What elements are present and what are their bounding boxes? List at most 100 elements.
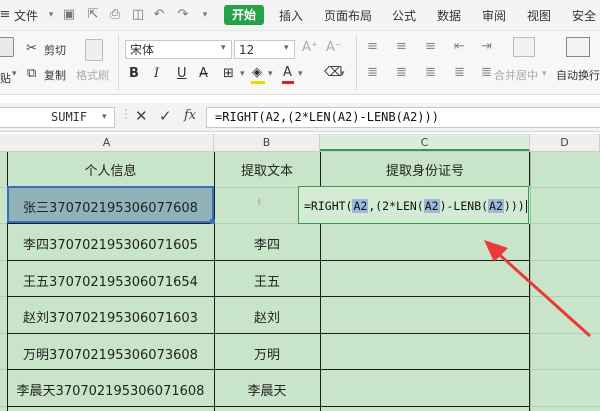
borders-chevron-icon[interactable]: ▾ bbox=[240, 69, 245, 79]
arrow-shaft bbox=[490, 246, 592, 338]
merge-center-icon[interactable] bbox=[513, 37, 535, 57]
cell-a7[interactable]: 李晨天370702195306071608 bbox=[7, 380, 214, 399]
decrease-font-icon[interactable]: A⁻ bbox=[326, 40, 342, 55]
cell-b6[interactable]: 万明 bbox=[214, 344, 320, 363]
align-bottom-icon[interactable]: ≡ bbox=[425, 39, 436, 54]
cell-b7[interactable]: 李晨天 bbox=[214, 380, 320, 399]
cut-button[interactable]: 剪切 bbox=[44, 42, 66, 58]
cell-a4[interactable]: 王五370702195306071654 bbox=[7, 271, 214, 290]
cell-a6[interactable]: 万明370702195306073608 bbox=[7, 344, 214, 363]
wrap-text-icon[interactable] bbox=[566, 37, 590, 57]
preview-icon[interactable]: ◫ bbox=[131, 8, 145, 22]
format-painter-button[interactable]: 格式刷 bbox=[76, 67, 109, 83]
font-size-chevron-icon[interactable]: ▾ bbox=[284, 43, 289, 53]
formula-bar: SUMIF ▾ ⋮ ✕ ✓ fx =RIGHT(A2,(2*LEN(A2)-LE… bbox=[0, 103, 600, 132]
formula-part: ,(2*LEN( bbox=[368, 199, 424, 213]
divider bbox=[118, 35, 119, 90]
table-border bbox=[7, 296, 530, 297]
ribbon-toolbar: 贴 ▾ ✂ 剪切 ⧉ 复制 格式刷 宋体 ▾ 12 ▾ A⁺ A⁻ B I U … bbox=[0, 31, 600, 95]
underline-icon[interactable]: U bbox=[177, 66, 187, 81]
table-border bbox=[7, 369, 530, 370]
distributed-icon[interactable]: ≣ bbox=[481, 65, 492, 80]
confirm-icon[interactable]: ✓ bbox=[159, 107, 172, 125]
cell-b2[interactable]: 张 bbox=[214, 197, 304, 207]
font-color-icon[interactable]: A bbox=[283, 65, 292, 80]
wrap-text-button[interactable]: 自动换行 bbox=[556, 67, 600, 83]
export-icon[interactable]: ⇱ bbox=[86, 8, 100, 22]
formula-part: =RIGHT( bbox=[304, 199, 353, 213]
cell-a2[interactable]: 张三370702195306077608 bbox=[7, 197, 214, 216]
save-icon[interactable]: ▣ bbox=[62, 8, 76, 22]
tab-formulas[interactable]: 公式 bbox=[392, 7, 416, 24]
chevron-down-icon[interactable]: ▾ bbox=[44, 8, 58, 22]
bold-icon[interactable]: B bbox=[129, 66, 139, 81]
cell-c2-formula: =RIGHT(A2,(2*LEN(A2)-LENB(A2))) bbox=[304, 199, 527, 213]
tab-review[interactable]: 审阅 bbox=[482, 7, 506, 24]
fill-color-swatch bbox=[251, 81, 265, 84]
formula-input[interactable]: =RIGHT(A2,(2*LEN(A2)-LENB(A2))) bbox=[206, 107, 600, 128]
format-painter-icon[interactable] bbox=[85, 39, 103, 61]
undo-icon[interactable]: ↶ bbox=[152, 8, 166, 22]
column-header-d[interactable]: D bbox=[530, 134, 600, 151]
header-cell-extract-text[interactable]: 提取文本 bbox=[214, 160, 320, 179]
tab-view[interactable]: 视图 bbox=[527, 7, 551, 24]
fill-color-chevron-icon[interactable]: ▾ bbox=[268, 69, 273, 79]
column-headers: A B C D bbox=[0, 134, 600, 152]
italic-icon[interactable]: I bbox=[154, 66, 159, 81]
name-box[interactable]: SUMIF bbox=[0, 107, 115, 128]
tab-insert[interactable]: 插入 bbox=[279, 7, 303, 24]
fill-color-icon[interactable]: ◈ bbox=[252, 65, 262, 80]
font-name-select[interactable]: 宋体 bbox=[125, 40, 232, 59]
cell-a3[interactable]: 李四370702195306071605 bbox=[7, 234, 214, 253]
copy-icon[interactable]: ⧉ bbox=[27, 66, 36, 81]
column-header-b[interactable]: B bbox=[214, 134, 320, 151]
align-right-icon[interactable]: ≣ bbox=[425, 65, 436, 80]
strikethrough-icon[interactable]: A̶ bbox=[199, 66, 208, 81]
merge-chevron-icon[interactable]: ▾ bbox=[542, 69, 547, 79]
column-header-c[interactable]: C bbox=[320, 134, 530, 151]
header-cell-extract-id[interactable]: 提取身份证号 bbox=[320, 160, 530, 179]
annotation-arrow bbox=[484, 240, 592, 338]
increase-font-icon[interactable]: A⁺ bbox=[302, 40, 318, 55]
font-color-chevron-icon[interactable]: ▾ bbox=[298, 69, 303, 79]
table-border bbox=[7, 223, 214, 224]
insert-function-button[interactable]: fx bbox=[184, 108, 196, 123]
name-box-value: SUMIF bbox=[51, 110, 88, 124]
align-top-icon[interactable]: ≡ bbox=[367, 39, 378, 54]
align-middle-icon[interactable]: ≡ bbox=[396, 39, 407, 54]
copy-button[interactable]: 复制 bbox=[44, 67, 66, 83]
tab-home[interactable]: 开始 bbox=[224, 5, 264, 25]
scissors-icon[interactable]: ✂ bbox=[26, 41, 37, 56]
cell-b3[interactable]: 李四 bbox=[214, 234, 320, 253]
print-icon[interactable]: ⎙ bbox=[108, 8, 122, 22]
column-header-a[interactable]: A bbox=[0, 134, 214, 151]
tab-page-layout[interactable]: 页面布局 bbox=[324, 7, 372, 24]
header-cell-personal-info[interactable]: 个人信息 bbox=[7, 160, 214, 179]
tab-security[interactable]: 安全 bbox=[572, 7, 596, 24]
cell-b5[interactable]: 赵刘 bbox=[214, 307, 320, 326]
borders-icon[interactable]: ⊞ bbox=[223, 66, 234, 81]
cancel-icon[interactable]: ✕ bbox=[135, 107, 148, 125]
name-box-chevron-icon[interactable]: ▾ bbox=[102, 112, 107, 122]
clear-format-chevron-icon[interactable]: ▾ bbox=[340, 69, 345, 79]
justify-icon[interactable]: ≣ bbox=[454, 65, 465, 80]
redo-icon[interactable]: ↷ bbox=[176, 8, 190, 22]
paste-chevron-icon[interactable]: ▾ bbox=[12, 69, 17, 79]
cell-b4[interactable]: 王五 bbox=[214, 271, 320, 290]
paste-icon[interactable] bbox=[0, 37, 14, 57]
indent-increase-icon[interactable]: ⇥ bbox=[481, 39, 492, 54]
font-name-chevron-icon[interactable]: ▾ bbox=[221, 43, 226, 53]
menu-icon[interactable]: ≡ bbox=[0, 8, 12, 22]
tab-data[interactable]: 数据 bbox=[437, 7, 461, 24]
align-left-icon[interactable]: ≣ bbox=[367, 65, 378, 80]
merge-center-button[interactable]: 合并居中 bbox=[494, 67, 538, 83]
fill-handle[interactable] bbox=[210, 219, 215, 224]
quick-access-chevron-icon[interactable]: ▾ bbox=[198, 8, 212, 22]
paste-button[interactable]: 贴 bbox=[0, 70, 11, 86]
font-name-value: 宋体 bbox=[130, 43, 155, 57]
file-menu[interactable]: 文件 bbox=[14, 7, 38, 24]
align-center-icon[interactable]: ≣ bbox=[396, 65, 407, 80]
cell-a5[interactable]: 赵刘370702195306071603 bbox=[7, 307, 214, 326]
indent-decrease-icon[interactable]: ⇤ bbox=[454, 39, 465, 54]
formula-ref: A2 bbox=[488, 199, 504, 213]
